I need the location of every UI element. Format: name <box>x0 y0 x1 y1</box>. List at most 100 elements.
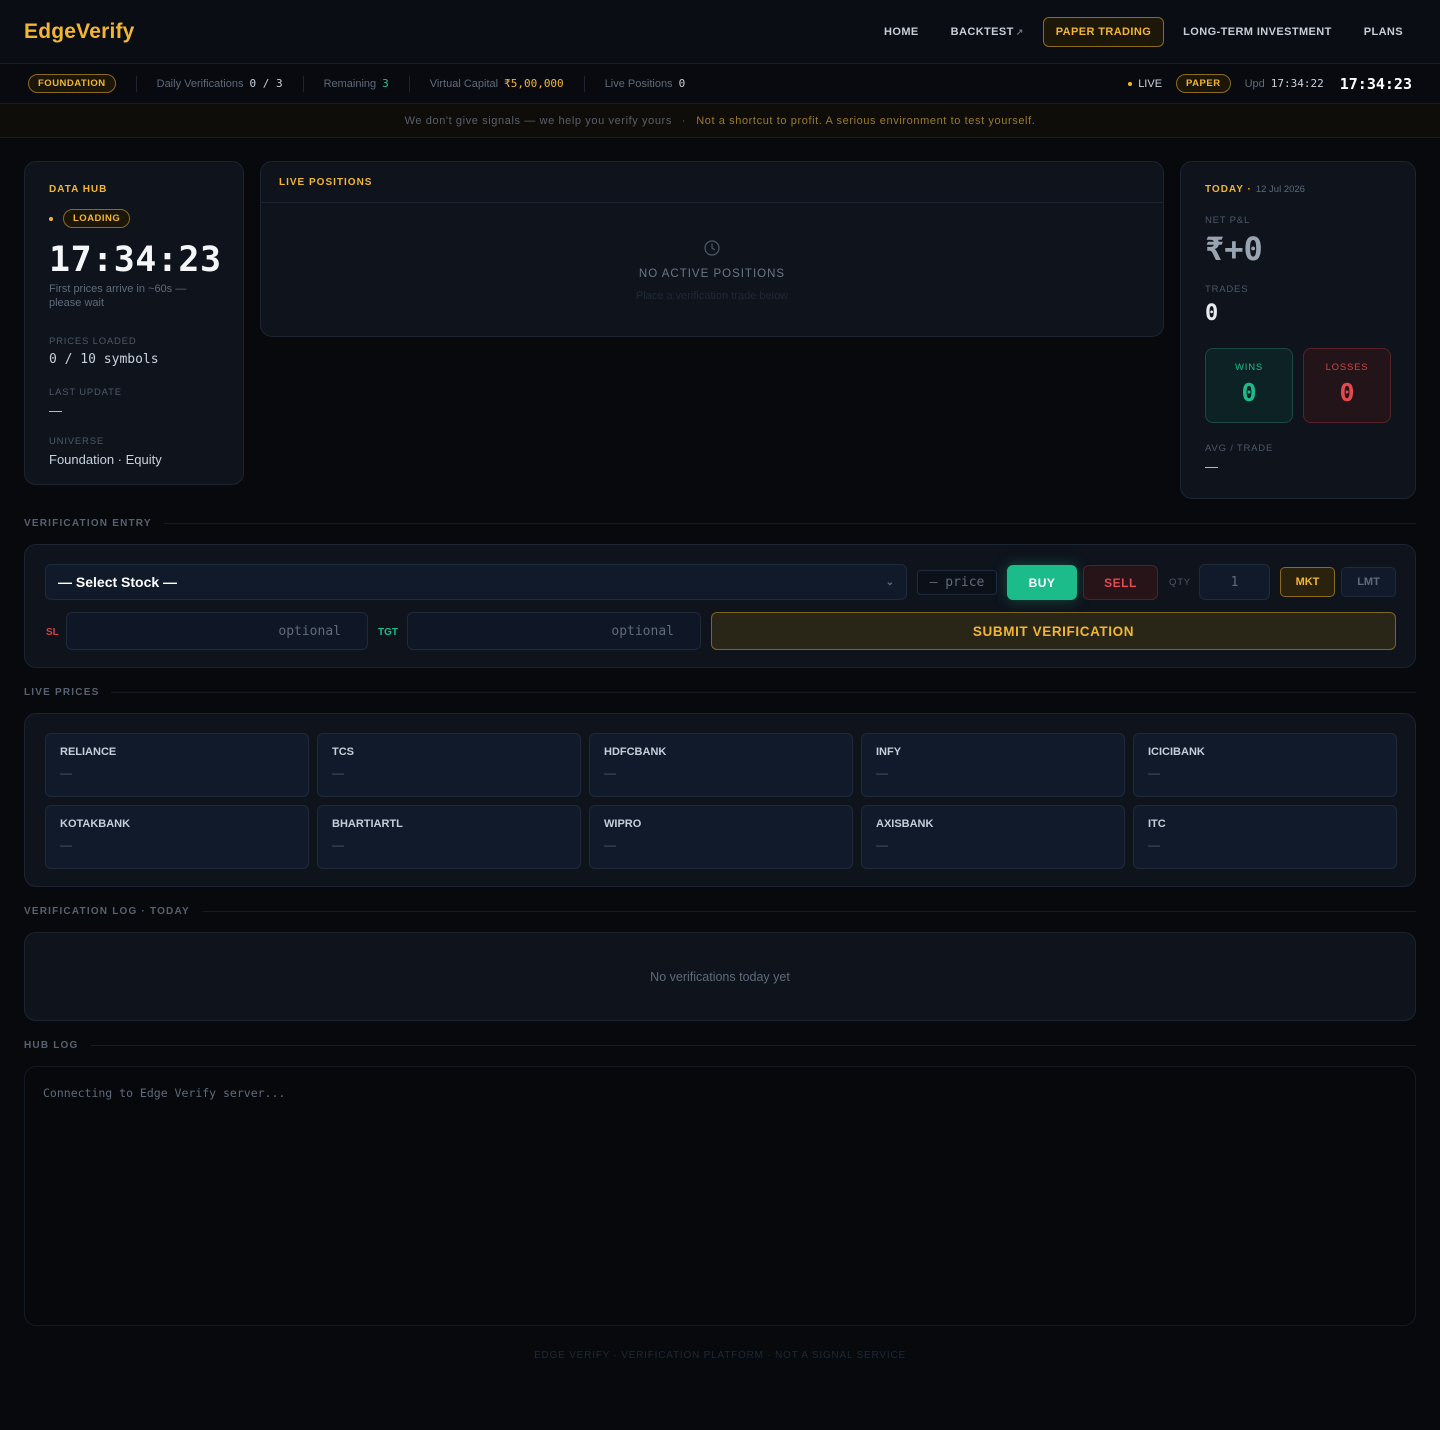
prices-loaded-label: PRICES LOADED <box>49 336 137 347</box>
disclaimer-right: Not a shortcut to profit. A serious envi… <box>696 114 1036 127</box>
stop-loss-input[interactable]: optional <box>66 612 368 650</box>
section-title: LIVE PRICES <box>24 687 100 698</box>
qty-input[interactable]: 1 <box>1199 564 1270 600</box>
avg-trade-label: AVG / TRADE <box>1205 443 1274 454</box>
divider <box>583 75 585 92</box>
symbol-price: — <box>60 838 72 852</box>
net-pnl-label: NET P&L <box>1205 215 1251 226</box>
wins-value: 0 <box>1241 378 1257 407</box>
hub-log-section-header: HUB LOG <box>24 1040 1416 1051</box>
price-card-infy[interactable]: INFY — <box>861 733 1125 797</box>
symbol-name: ICICIBANK <box>1148 746 1205 758</box>
symbol-name: HDFCBANK <box>604 746 667 758</box>
hub-loading-badge: LOADING <box>63 209 131 228</box>
remaining-value: 3 <box>382 77 389 90</box>
nav-backtest-label: BACKTEST <box>950 25 1014 38</box>
nav-home-label: HOME <box>884 25 919 38</box>
net-pnl-value: ₹+0 <box>1205 230 1263 268</box>
verification-entry-form: — Select Stock — ⌄ — price BUY SELL QTY … <box>24 544 1416 668</box>
nav-backtest[interactable]: BACKTEST ↗ <box>938 17 1037 47</box>
hub-log-console[interactable]: Connecting to Edge Verify server... <box>24 1066 1416 1326</box>
live-indicator-icon <box>1128 81 1133 86</box>
nav-long-term-investment[interactable]: LONG-TERM INVESTMENT <box>1170 17 1345 47</box>
trades-value: 0 <box>1205 301 1219 326</box>
section-title: VERIFICATION LOG · TODAY <box>24 906 190 917</box>
symbol-name: TCS <box>332 746 354 758</box>
external-link-icon: ↗ <box>1015 26 1024 37</box>
price-card-icicibank[interactable]: ICICIBANK — <box>1133 733 1397 797</box>
today-summary-card: TODAY · 12 Jul 2026 NET P&L ₹+0 TRADES 0 … <box>1180 161 1416 499</box>
nav-long-term-label: LONG-TERM INVESTMENT <box>1183 25 1332 38</box>
price-card-kotakbank[interactable]: KOTAKBANK — <box>45 805 309 869</box>
losses-value: 0 <box>1339 378 1355 407</box>
losses-label: LOSSES <box>1325 362 1369 373</box>
nav-home[interactable]: HOME <box>871 17 932 47</box>
price-card-axisbank[interactable]: AXISBANK — <box>861 805 1125 869</box>
hub-log-line: Connecting to Edge Verify server... <box>43 1086 286 1100</box>
symbol-price: — <box>60 766 72 780</box>
clock-icon <box>703 240 721 261</box>
status-dot-icon <box>49 216 53 221</box>
nav-plans[interactable]: PLANS <box>1351 17 1416 47</box>
price-card-itc[interactable]: ITC — <box>1133 805 1397 869</box>
submit-verification-button[interactable]: SUBMIT VERIFICATION <box>711 612 1396 650</box>
virtual-capital-label: Virtual Capital <box>429 77 499 90</box>
top-navbar: EdgeVerify HOME BACKTEST ↗ PAPER TRADING … <box>0 0 1440 64</box>
target-input[interactable]: optional <box>407 612 701 650</box>
symbol-name: INFY <box>876 746 902 758</box>
section-title: HUB LOG <box>24 1040 79 1051</box>
buy-button[interactable]: BUY <box>1007 565 1077 600</box>
symbol-price: — <box>604 838 616 852</box>
last-update-value: — <box>49 403 62 418</box>
prices-loaded-value: 0 / 10 symbols <box>49 352 159 367</box>
price-card-bhartiartl[interactable]: BHARTIARTL — <box>317 805 581 869</box>
live-prices-section-header: LIVE PRICES <box>24 687 1416 698</box>
disclaimer-banner: We don't give signals — we help you veri… <box>0 104 1440 138</box>
target-label: TGT <box>378 627 398 638</box>
verification-log-panel: No verifications today yet <box>24 932 1416 1021</box>
trades-label: TRADES <box>1205 284 1249 295</box>
hub-status-row: LOADING <box>49 209 219 228</box>
limit-order-toggle[interactable]: LMT <box>1341 567 1396 597</box>
symbol-name: WIPRO <box>604 818 642 830</box>
section-divider <box>90 1045 1416 1046</box>
hub-note: First prices arrive in ~60s — please wai… <box>49 283 187 309</box>
divider <box>302 75 304 92</box>
stock-select[interactable]: — Select Stock — ⌄ <box>45 564 907 600</box>
nav-paper-trading[interactable]: PAPER TRADING <box>1042 16 1165 47</box>
market-order-toggle[interactable]: MKT <box>1280 567 1335 597</box>
hub-clock: 17:34:23 <box>49 240 222 280</box>
header-clock: 17:34:23 <box>1339 74 1412 93</box>
verification-log-section-header: VERIFICATION LOG · TODAY <box>24 906 1416 917</box>
symbol-name: AXISBANK <box>876 818 934 830</box>
positions-header: LIVE POSITIONS <box>261 162 1163 203</box>
today-title: TODAY · <box>1205 184 1252 195</box>
symbol-price: — <box>604 766 616 780</box>
symbol-price: — <box>332 838 344 852</box>
symbol-price: — <box>1148 766 1160 780</box>
footer-text: EDGE VERIFY · VERIFICATION PLATFORM · NO… <box>534 1350 906 1361</box>
price-input[interactable]: — price <box>917 570 997 595</box>
price-card-hdfcbank[interactable]: HDFCBANK — <box>589 733 853 797</box>
updated-label: Upd <box>1244 77 1265 90</box>
status-bar: FOUNDATION Daily Verifications 0 / 3 Rem… <box>0 64 1440 104</box>
sell-button[interactable]: SELL <box>1083 565 1158 600</box>
price-card-wipro[interactable]: WIPRO — <box>589 805 853 869</box>
qty-label: QTY <box>1169 577 1191 588</box>
symbol-name: BHARTIARTL <box>332 818 403 830</box>
symbol-name: ITC <box>1148 818 1166 830</box>
no-positions-subtitle: Place a verification trade below <box>635 290 789 302</box>
virtual-capital-value: ₹5,00,000 <box>504 77 564 90</box>
section-divider <box>111 692 1416 693</box>
updated-time: 17:34:22 <box>1270 77 1324 90</box>
section-divider <box>163 523 1416 524</box>
brand-logo[interactable]: EdgeVerify <box>24 20 135 44</box>
stock-select-label: — Select Stock — <box>58 574 178 590</box>
section-divider <box>201 911 1416 912</box>
price-card-reliance[interactable]: RELIANCE — <box>45 733 309 797</box>
nav-paper-trading-label: PAPER TRADING <box>1055 25 1152 38</box>
universe-value: Foundation · Equity <box>49 452 162 467</box>
live-positions-card: LIVE POSITIONS NO ACTIVE POSITIONS Place… <box>260 161 1164 337</box>
symbol-price: — <box>1148 838 1160 852</box>
price-card-tcs[interactable]: TCS — <box>317 733 581 797</box>
